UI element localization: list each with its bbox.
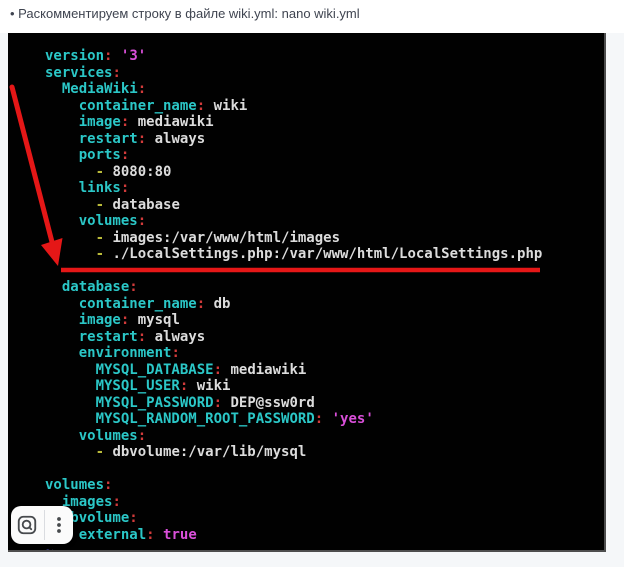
code-line: - 8080:80 [45, 164, 171, 180]
lens-search-icon [16, 514, 38, 536]
code-line: MediaWiki: [45, 81, 146, 97]
code-line: - images:/var/www/html/images [45, 230, 340, 246]
terminal-screenshot: version: '3' services: MediaWiki: contai… [8, 33, 606, 552]
code-line: MYSQL_PASSWORD: DEP@ssw0rd [45, 395, 315, 411]
code-line: MYSQL_RANDOM_ROOT_PASSWORD: 'yes' [45, 411, 374, 427]
code-line: links: [45, 180, 129, 196]
code-line: environment: [45, 345, 180, 361]
image-tools-popup [11, 506, 73, 544]
code-line: database: [45, 279, 138, 295]
code-line: volumes: [45, 213, 146, 229]
code-line: services: [45, 65, 121, 81]
code-line: ports: [45, 147, 129, 163]
kebab-menu-icon [50, 515, 68, 535]
code-line: volumes: [45, 477, 112, 493]
code-line: restart: always [45, 131, 205, 147]
code-line: - dbvolume:/var/lib/mysql [45, 444, 306, 460]
code-line: restart: always [45, 329, 205, 345]
code-line: MYSQL_USER: wiki [45, 378, 230, 394]
code-line: image: mysql [45, 312, 180, 328]
code-line: container_name: wiki [45, 98, 247, 114]
code-line: version: '3' [45, 48, 146, 64]
code-line: - database [45, 197, 180, 213]
lens-search-button[interactable] [11, 506, 44, 544]
bullet-caption: • Раскомментируем строку в файле wiki.ym… [10, 5, 616, 23]
code-line: container_name: db [45, 296, 230, 312]
more-options-button[interactable] [45, 506, 73, 544]
code-line: image: mediawiki [45, 114, 214, 130]
code-line: volumes: [45, 428, 146, 444]
code-line: MYSQL_DATABASE: mediawiki [45, 362, 306, 378]
code-line: - ./LocalSettings.php:/var/www/html/Loca… [45, 246, 542, 262]
terminal-code: version: '3' services: MediaWiki: contai… [8, 33, 604, 552]
code-line: ~ [45, 543, 53, 552]
